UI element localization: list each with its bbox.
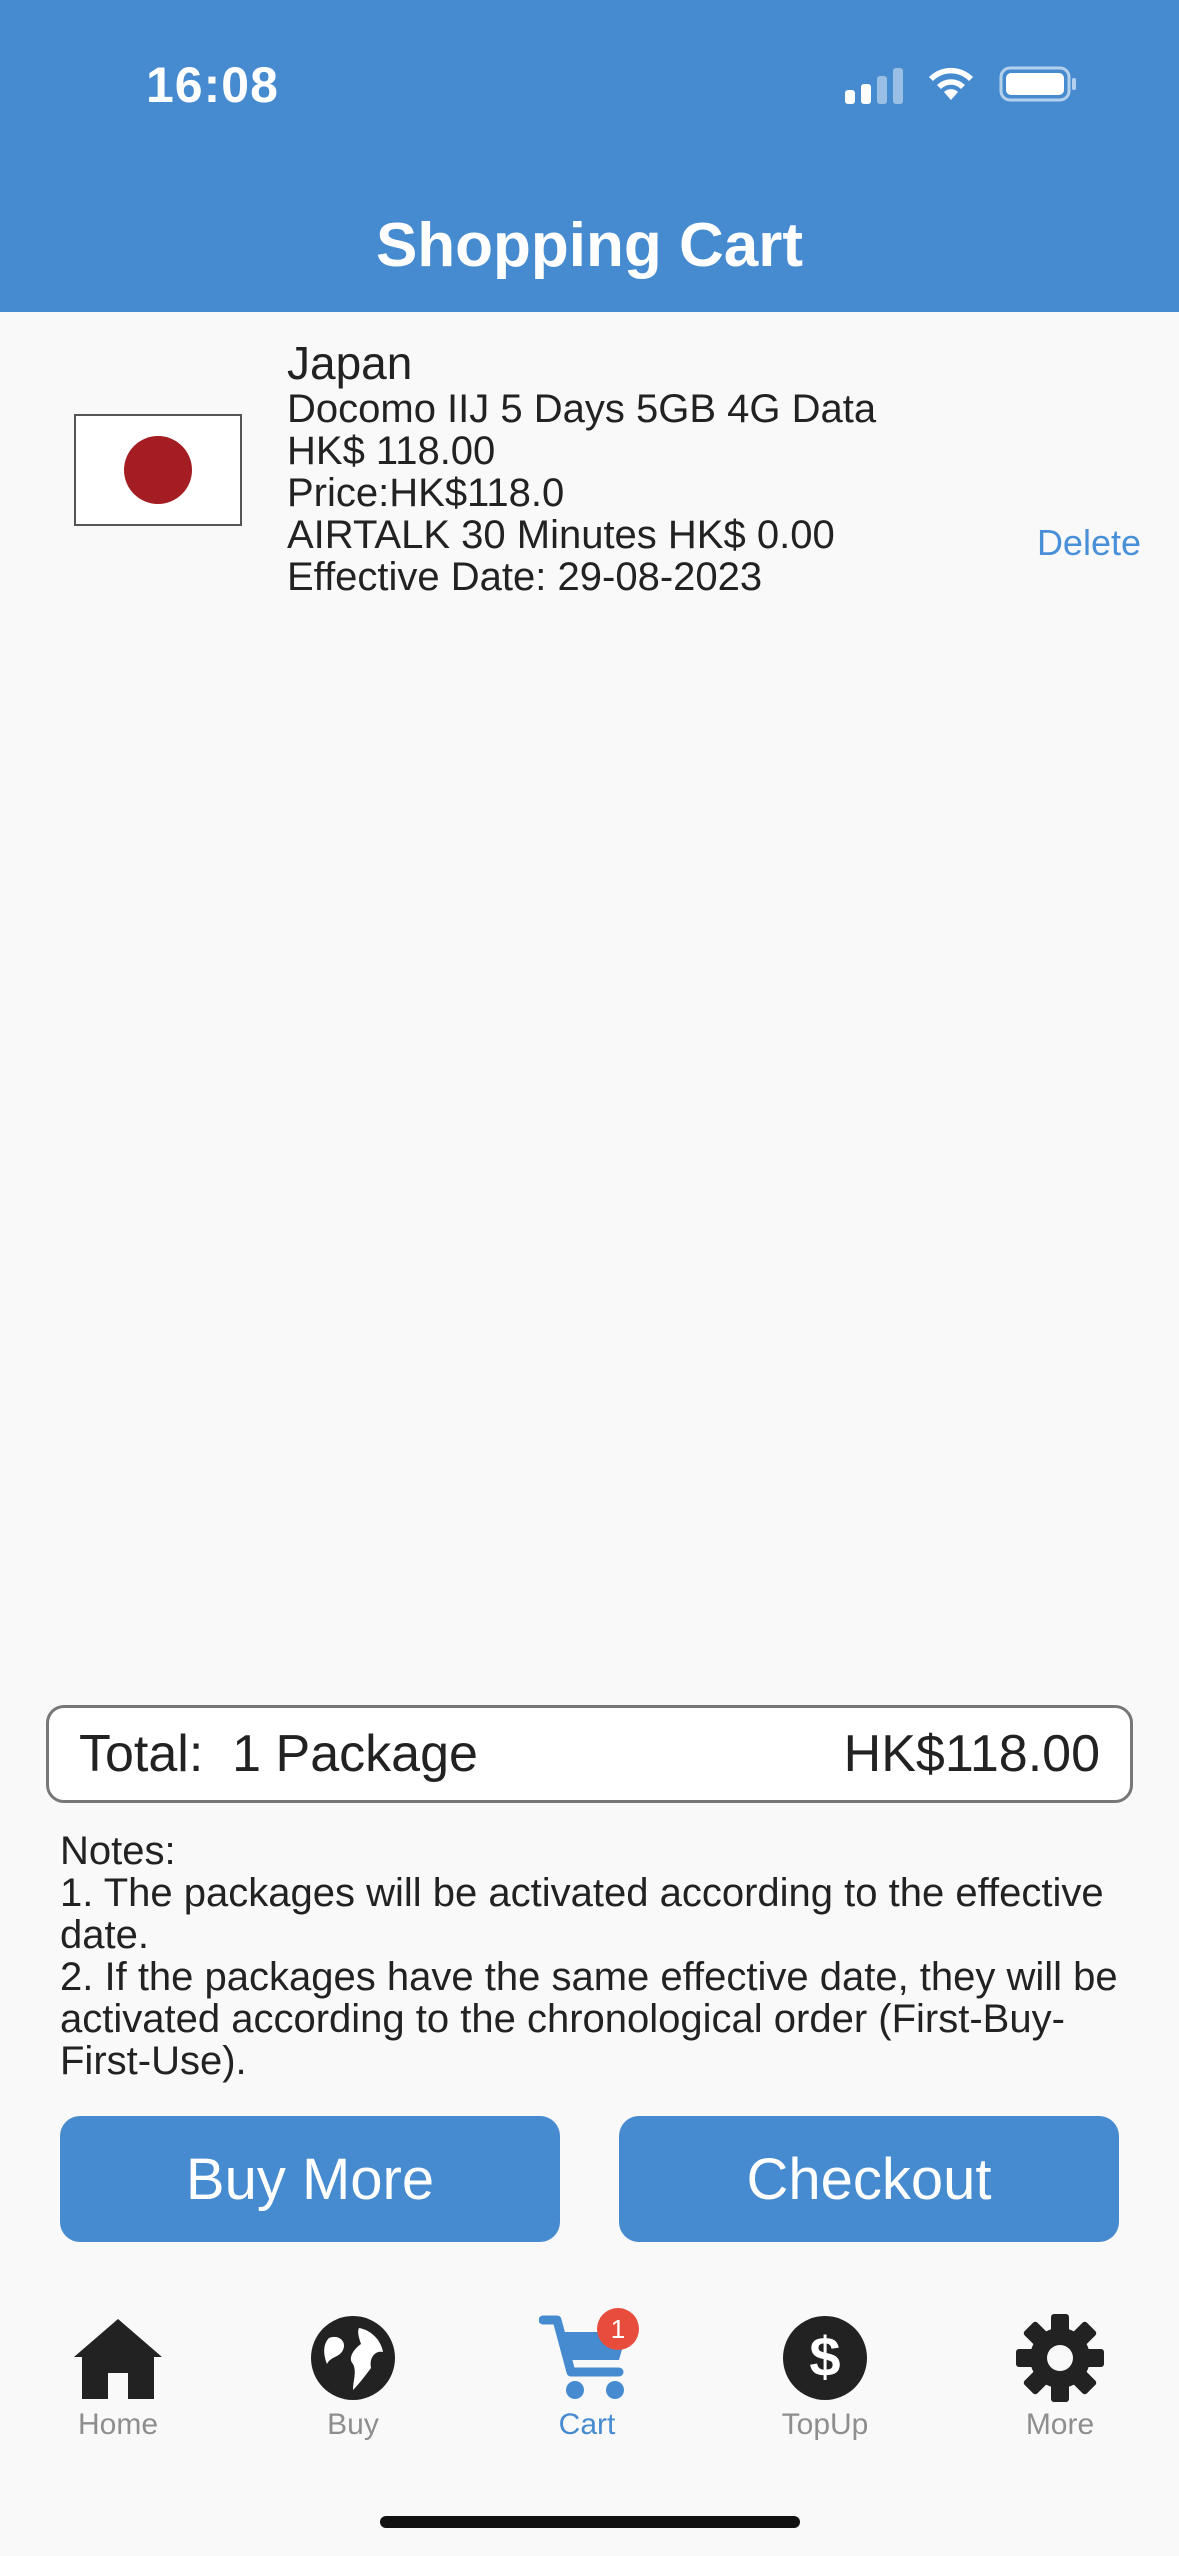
notes-title: Notes: [60,1829,176,1873]
cellular-signal-icon [845,64,903,104]
globe-icon [311,2316,395,2400]
item-effective-date: Effective Date: 29-08-2023 [287,555,763,599]
notes-line-1: 1. The packages will be activated accord… [60,1871,1104,1957]
tab-more[interactable]: More [970,2300,1150,2442]
tab-label: Buy [327,2408,379,2441]
item-price: Price:HK$118.0 [287,471,565,515]
home-indicator[interactable] [380,2516,800,2528]
tab-cart[interactable]: 1 Cart [497,2300,677,2442]
item-package-price: HK$ 118.00 [287,429,496,473]
gear-icon [1016,2314,1104,2402]
cart-item-details: Japan Docomo IIJ 5 Days 5GB 4G Data HK$ … [287,338,876,598]
japan-flag-icon [74,414,242,526]
item-addon: AIRTALK 30 Minutes HK$ 0.00 [287,513,835,557]
notes-line-2: 2. If the packages have the same effecti… [60,1955,1118,2083]
svg-text:$: $ [809,2325,840,2388]
tab-home[interactable]: Home [28,2300,208,2442]
total-summary: Total: 1 Package HK$118.00 [46,1705,1133,1803]
item-country: Japan [287,337,413,389]
home-icon [74,2319,162,2399]
wifi-icon [929,67,973,100]
tab-bar: Home Buy 1 Cart $ TopUp More [0,2300,1179,2460]
delete-button[interactable]: Delete [1037,522,1141,564]
tab-label: Home [77,2408,159,2441]
status-time: 16:08 [146,57,279,113]
checkout-button[interactable]: Checkout [619,2116,1119,2242]
cart-item: Japan Docomo IIJ 5 Days 5GB 4G Data HK$ … [0,312,1179,612]
item-package: Docomo IIJ 5 Days 5GB 4G Data [287,387,877,431]
page-title: Shopping Cart [375,211,804,280]
tab-label: More [1025,2408,1095,2441]
tab-buy[interactable]: Buy [263,2300,443,2442]
dollar-icon: $ [783,2316,867,2400]
total-amount: HK$118.00 [843,1725,1100,1783]
buy-more-button[interactable]: Buy More [60,2116,560,2242]
tab-label: Cart [558,2408,616,2441]
cart-badge: 1 [597,2308,639,2350]
tab-label: TopUp [781,2408,869,2441]
status-icons [845,64,1079,104]
notes: Notes: 1. The packages will be activated… [60,1830,1130,2082]
total-label: Total: 1 Package [79,1725,478,1783]
tab-topup[interactable]: $ TopUp [735,2300,915,2442]
app-header: 16:08 Shopping Cart [0,0,1179,312]
battery-icon [999,66,1076,102]
